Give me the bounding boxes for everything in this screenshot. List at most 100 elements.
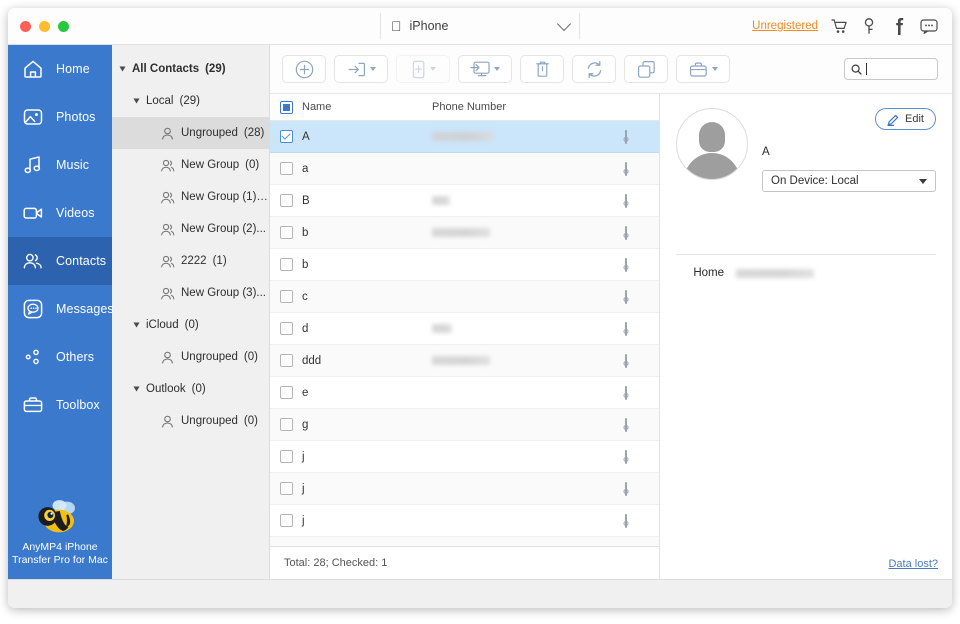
row-checkbox[interactable] xyxy=(280,418,293,431)
disclosure-triangle-icon[interactable] xyxy=(134,99,140,104)
row-checkbox[interactable] xyxy=(280,226,293,239)
disclosure-triangle-icon[interactable] xyxy=(134,387,140,392)
tree-node-label: iCloud xyxy=(146,319,179,331)
tree-node-2222[interactable]: 2222 (1) xyxy=(112,245,269,277)
chevron-down-icon[interactable] xyxy=(370,67,376,71)
refresh-button[interactable] xyxy=(572,55,616,83)
row-checkbox[interactable] xyxy=(280,162,293,175)
delete-button[interactable] xyxy=(520,55,564,83)
unregistered-link[interactable]: Unregistered xyxy=(752,20,818,32)
row-checkbox[interactable] xyxy=(280,354,293,367)
tree-node-outlook[interactable]: Outlook (0) xyxy=(112,373,269,405)
table-row[interactable]: b xyxy=(270,249,659,281)
row-checkbox-cell[interactable] xyxy=(270,514,302,527)
person-icon xyxy=(160,350,175,365)
zoom-window-button[interactable] xyxy=(58,21,69,32)
table-row[interactable]: c xyxy=(270,281,659,313)
row-checkbox-cell[interactable] xyxy=(270,290,302,303)
add-contact-button[interactable] xyxy=(282,55,326,83)
tree-node-icloud[interactable]: iCloud (0) xyxy=(112,309,269,341)
table-row[interactable]: d xyxy=(270,313,659,345)
toolbox-button[interactable] xyxy=(676,55,730,83)
sidebar-item-photos[interactable]: Photos xyxy=(8,93,112,141)
sidebar-item-messages[interactable]: Messages xyxy=(8,285,112,333)
table-row[interactable]: j xyxy=(270,473,659,505)
tree-node-new-group-3[interactable]: New Group (3)... xyxy=(112,277,269,309)
table-row[interactable]: B xyxy=(270,185,659,217)
row-checkbox[interactable] xyxy=(280,386,293,399)
chevron-down-icon[interactable] xyxy=(430,67,436,71)
cart-icon[interactable] xyxy=(830,17,848,35)
chevron-down-icon[interactable] xyxy=(494,67,500,71)
row-checkbox-cell[interactable] xyxy=(270,226,302,239)
close-window-button[interactable] xyxy=(20,21,31,32)
row-checkbox-cell[interactable] xyxy=(270,322,302,335)
chevron-down-icon[interactable] xyxy=(712,67,718,71)
row-checkbox-cell[interactable] xyxy=(270,450,302,463)
row-checkbox[interactable] xyxy=(280,482,293,495)
row-checkbox-cell[interactable] xyxy=(270,258,302,271)
sidebar-item-videos[interactable]: Videos xyxy=(8,189,112,237)
edit-button[interactable]: Edit xyxy=(875,108,936,130)
account-dropdown[interactable]: On Device: Local xyxy=(762,170,936,192)
table-row[interactable]: b xyxy=(270,217,659,249)
tree-node-label: New Group (3)... xyxy=(181,287,266,299)
sidebar-item-home[interactable]: Home xyxy=(8,45,112,93)
tree-node-icloud-ungrouped[interactable]: Ungrouped (0) xyxy=(112,341,269,373)
row-checkbox[interactable] xyxy=(280,130,293,143)
import-button[interactable] xyxy=(334,55,388,83)
disclosure-triangle-icon[interactable] xyxy=(134,323,140,328)
table-row[interactable]: g xyxy=(270,409,659,441)
sidebar-item-music[interactable]: Music xyxy=(8,141,112,189)
table-row[interactable]: j xyxy=(270,441,659,473)
key-icon[interactable] xyxy=(860,17,878,35)
feedback-icon[interactable] xyxy=(920,17,938,35)
sidebar-item-contacts[interactable]: Contacts xyxy=(8,237,112,285)
row-checkbox[interactable] xyxy=(280,258,293,271)
row-checkbox[interactable] xyxy=(280,194,293,207)
row-checkbox-cell[interactable] xyxy=(270,194,302,207)
minimize-window-button[interactable] xyxy=(39,21,50,32)
table-row[interactable]: j xyxy=(270,505,659,537)
tree-node-local[interactable]: Local (29) xyxy=(112,85,269,117)
tree-node-all-contacts[interactable]: All Contacts (29) xyxy=(112,53,269,85)
row-checkbox-cell[interactable] xyxy=(270,354,302,367)
row-checkbox[interactable] xyxy=(280,514,293,527)
table-row[interactable]: ddd xyxy=(270,345,659,377)
row-checkbox-cell[interactable] xyxy=(270,386,302,399)
row-checkbox[interactable] xyxy=(280,450,293,463)
sidebar-item-others[interactable]: Others xyxy=(8,333,112,381)
device-icon xyxy=(625,130,627,144)
tree-node-local-ungrouped[interactable]: Ungrouped (28) xyxy=(112,117,269,149)
row-source-cell xyxy=(625,131,659,143)
column-header-name[interactable]: Name xyxy=(302,101,432,113)
export-to-computer-button[interactable] xyxy=(458,55,512,83)
row-checkbox[interactable] xyxy=(280,290,293,303)
select-all-cell[interactable] xyxy=(270,101,302,114)
row-checkbox-cell[interactable] xyxy=(270,482,302,495)
row-checkbox-cell[interactable] xyxy=(270,418,302,431)
column-header-phone[interactable]: Phone Number xyxy=(432,101,625,113)
tree-node-new-group[interactable]: New Group (0) xyxy=(112,149,269,181)
device-selector[interactable]:  iPhone xyxy=(380,13,580,39)
tree-node-new-group-1[interactable]: New Group (1) ... xyxy=(112,181,269,213)
home-icon xyxy=(22,58,44,80)
tree-node-outlook-ungrouped[interactable]: Ungrouped (0) xyxy=(112,405,269,437)
export-to-device-button[interactable] xyxy=(396,55,450,83)
table-row[interactable]: A xyxy=(270,121,659,153)
tree-node-new-group-2[interactable]: New Group (2)... xyxy=(112,213,269,245)
table-row[interactable]: jj xyxy=(270,537,659,546)
row-checkbox-cell[interactable] xyxy=(270,130,302,143)
table-row[interactable]: e xyxy=(270,377,659,409)
select-all-checkbox[interactable] xyxy=(280,101,293,114)
table-row[interactable]: a xyxy=(270,153,659,185)
sidebar-item-toolbox[interactable]: Toolbox xyxy=(8,381,112,429)
pencil-icon xyxy=(887,113,900,126)
search-box[interactable] xyxy=(844,58,938,80)
data-lost-link[interactable]: Data lost? xyxy=(888,558,938,570)
row-checkbox-cell[interactable] xyxy=(270,162,302,175)
disclosure-triangle-icon[interactable] xyxy=(120,67,126,72)
duplicate-button[interactable] xyxy=(624,55,668,83)
facebook-icon[interactable] xyxy=(890,17,908,35)
row-checkbox[interactable] xyxy=(280,322,293,335)
